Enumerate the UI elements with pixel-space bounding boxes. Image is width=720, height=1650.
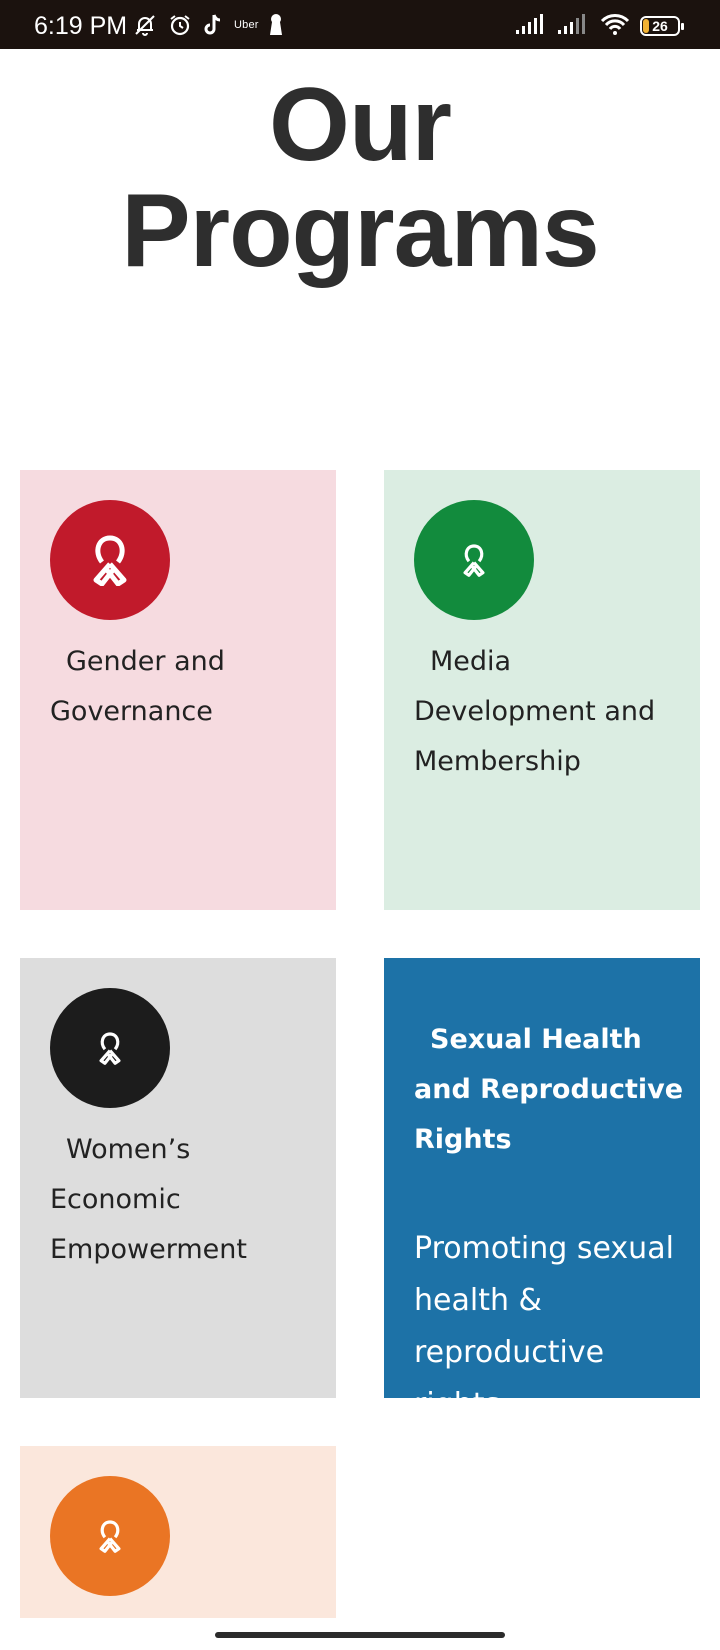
signal-strength-icon bbox=[516, 14, 548, 38]
awareness-ribbon-icon bbox=[93, 535, 127, 586]
program-icon-badge bbox=[50, 1476, 170, 1596]
program-description: Promoting sexual health & reproductive r… bbox=[414, 1231, 674, 1398]
awareness-ribbon-icon bbox=[463, 544, 485, 577]
awareness-ribbon-icon bbox=[99, 1520, 121, 1553]
mute-bell-icon bbox=[132, 12, 158, 38]
battery-level: 26 bbox=[652, 18, 668, 34]
program-title: Women’s Economic Empowerment bbox=[50, 1134, 247, 1265]
signal-strength-2-icon bbox=[558, 14, 590, 38]
program-icon-badge bbox=[50, 500, 170, 620]
alarm-clock-icon bbox=[168, 13, 192, 37]
program-icon-badge bbox=[50, 988, 170, 1108]
keyhole-icon bbox=[269, 13, 283, 37]
status-time: 6:19 PM bbox=[34, 12, 128, 40]
notification-icons: Uber bbox=[132, 11, 283, 39]
system-icons: 26 bbox=[516, 13, 684, 39]
wifi-icon bbox=[600, 13, 630, 39]
program-card-womens-economic-empowerment[interactable]: Women’s Economic Empowerment bbox=[20, 958, 336, 1398]
program-title: Sexual Health and Reproductive Rights bbox=[414, 1024, 684, 1155]
home-gesture-bar[interactable] bbox=[215, 1632, 505, 1638]
program-icon-badge bbox=[414, 500, 534, 620]
page-title-line2: Programs bbox=[121, 173, 600, 289]
program-title: Gender and Governance bbox=[50, 646, 225, 727]
page-title: Our Programs bbox=[0, 72, 720, 284]
program-card-media-development[interactable]: Media Development and Membership bbox=[384, 470, 700, 910]
uber-icon: Uber bbox=[234, 19, 259, 31]
program-card-sexual-health[interactable]: Sexual Health and Reproductive Rights Pr… bbox=[384, 958, 700, 1398]
tiktok-icon bbox=[202, 13, 224, 37]
awareness-ribbon-icon bbox=[99, 1032, 121, 1065]
status-bar: 6:19 PM Uber 26 bbox=[0, 0, 720, 49]
page-title-line1: Our bbox=[269, 67, 452, 183]
program-card-orange[interactable] bbox=[20, 1446, 336, 1618]
program-card-gender-governance[interactable]: Gender and Governance bbox=[20, 470, 336, 910]
battery-icon: 26 bbox=[640, 16, 684, 36]
program-title: Media Development and Membership bbox=[414, 646, 656, 777]
